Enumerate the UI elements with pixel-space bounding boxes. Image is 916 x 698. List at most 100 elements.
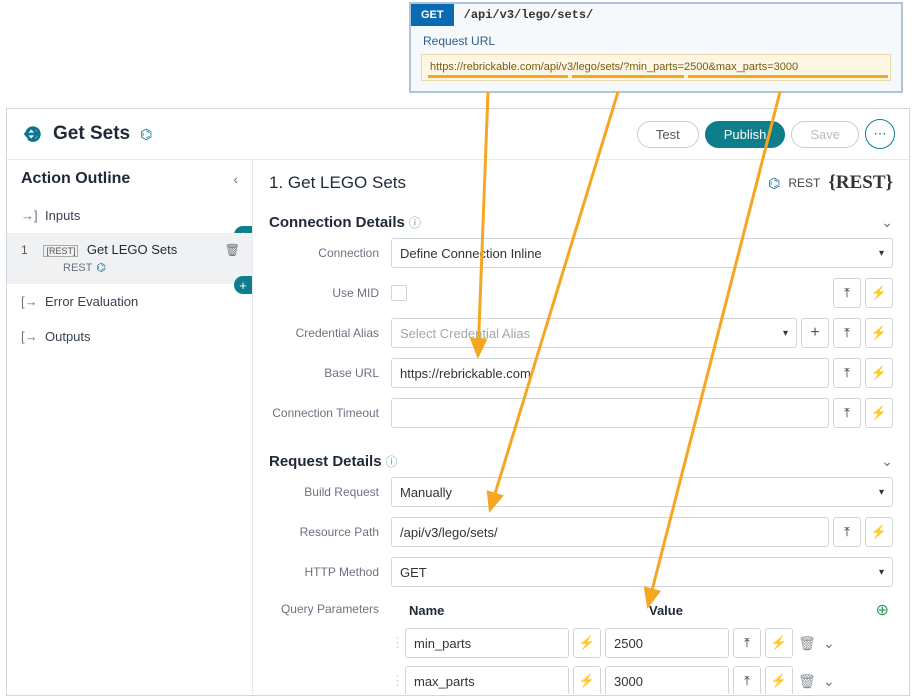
pill-picker-button[interactable]: ⤒	[733, 666, 761, 694]
query-param-row: ⋮⋮ ⚡ ⤒ ⚡ 🗑 ⌄	[391, 666, 893, 694]
script-button[interactable]: ⚡	[865, 358, 893, 388]
add-credential-button[interactable]: +	[801, 318, 829, 348]
url-segment-highlight-query	[688, 75, 888, 78]
main-panel: 1. Get LEGO Sets ⌬ REST {REST} Connectio…	[253, 160, 909, 694]
publish-button[interactable]: Publish	[705, 121, 786, 148]
rest-tag: [REST]	[43, 245, 78, 257]
http-method-value: GET	[400, 565, 427, 580]
url-segment-highlight-base	[428, 75, 568, 78]
http-method-label: HTTP Method	[269, 565, 391, 579]
http-method-badge: GET	[411, 4, 454, 26]
script-button[interactable]: ⚡	[865, 398, 893, 428]
help-icon[interactable]: ⓘ	[409, 214, 421, 231]
connection-label: Connection	[269, 246, 391, 260]
delete-step-icon[interactable]: 🗑	[225, 243, 240, 257]
use-mid-checkbox[interactable]	[391, 285, 407, 301]
rest-logo-icon: {REST}	[828, 172, 893, 194]
request-url-box: https://rebrickable.com/api/v3/lego/sets…	[421, 54, 891, 81]
build-request-label: Build Request	[269, 485, 391, 499]
step-name: Get LEGO Sets	[87, 242, 177, 257]
collapse-section-icon[interactable]: ⌄	[881, 214, 893, 231]
param-value-input[interactable]	[605, 628, 729, 658]
sidebar-item-outputs[interactable]: [→ Outputs	[7, 319, 252, 354]
qp-value-header: Value	[589, 603, 876, 618]
back-icon[interactable]	[21, 123, 43, 145]
credential-alias-select[interactable]: Select Credential Alias ▾	[391, 318, 797, 348]
section-title: Request Details	[269, 453, 382, 470]
resource-path-label: Resource Path	[269, 525, 391, 539]
data-pill-icon[interactable]: ⌬	[96, 262, 106, 274]
topbar: Get Sets ⌬ Test Publish Save ⋯	[7, 109, 909, 160]
drag-handle-icon[interactable]: ⋮⋮	[391, 635, 401, 651]
error-eval-icon: [→	[21, 294, 37, 309]
script-button[interactable]: ⚡	[765, 666, 793, 694]
help-icon[interactable]: ⓘ	[386, 453, 398, 470]
step-heading: 1. Get LEGO Sets	[269, 173, 406, 193]
build-request-select[interactable]: Manually ▾	[391, 477, 893, 507]
request-details-section: Request Details ⓘ ⌄ Build Request Manual…	[269, 447, 893, 694]
add-parameter-button[interactable]: ⊕	[876, 600, 889, 620]
credential-alias-placeholder: Select Credential Alias	[400, 326, 530, 341]
pill-picker-button[interactable]: ⤒	[833, 278, 861, 308]
pill-picker-button[interactable]: ⤒	[833, 398, 861, 428]
more-actions-button[interactable]: ⋯	[865, 119, 895, 149]
step-number: 1	[21, 243, 35, 257]
script-button[interactable]: ⚡	[865, 517, 893, 547]
request-url-text: https://rebrickable.com/api/v3/lego/sets…	[430, 61, 798, 73]
pill-picker-button[interactable]: ⤒	[833, 358, 861, 388]
param-name-input[interactable]	[405, 628, 569, 658]
flow-designer-window: Get Sets ⌬ Test Publish Save ⋯ Action Ou…	[6, 108, 910, 696]
sidebar-item-error-evaluation[interactable]: [→ Error Evaluation	[7, 284, 252, 319]
inputs-icon: →]	[21, 208, 37, 223]
connection-timeout-label: Connection Timeout	[269, 406, 391, 420]
sidebar-step-get-lego-sets[interactable]: 1 [REST] Get LEGO Sets REST⌬ 🗑	[7, 233, 252, 284]
sidebar-item-label: Inputs	[45, 208, 80, 223]
sidebar-item-label: Outputs	[45, 329, 91, 344]
param-name-input[interactable]	[405, 666, 569, 694]
caret-down-icon: ▾	[783, 328, 788, 339]
script-button[interactable]: ⚡	[865, 278, 893, 308]
add-step-below-button[interactable]: +	[234, 276, 252, 294]
build-request-value: Manually	[400, 485, 452, 500]
data-pill-icon[interactable]: ⌬	[768, 175, 780, 192]
sidebar-item-label: Error Evaluation	[45, 294, 138, 309]
caret-down-icon: ▾	[879, 487, 884, 498]
test-button[interactable]: Test	[637, 121, 699, 148]
pill-picker-button[interactable]: ⤒	[733, 628, 761, 658]
qp-name-header: Name	[391, 603, 589, 618]
pill-picker-button[interactable]: ⤒	[833, 318, 861, 348]
section-title: Connection Details	[269, 214, 405, 231]
connection-select-value: Define Connection Inline	[400, 246, 542, 261]
url-segment-highlight-path	[572, 75, 684, 78]
integration-type-label: REST	[788, 176, 820, 190]
drag-handle-icon[interactable]: ⋮⋮	[391, 673, 401, 689]
save-button[interactable]: Save	[791, 121, 859, 148]
resource-path-input[interactable]	[391, 517, 829, 547]
connection-timeout-input[interactable]	[391, 398, 829, 428]
script-button[interactable]: ⚡	[765, 628, 793, 658]
caret-down-icon: ▾	[879, 567, 884, 578]
api-reference-panel: GET /api/v3/lego/sets/ Request URL https…	[409, 2, 903, 93]
collapse-section-icon[interactable]: ⌄	[881, 453, 893, 470]
action-outline-sidebar: Action Outline ‹ →] Inputs + 1 [REST] Ge…	[7, 160, 253, 694]
base-url-label: Base URL	[269, 366, 391, 380]
http-method-select[interactable]: GET ▾	[391, 557, 893, 587]
param-value-input[interactable]	[605, 666, 729, 694]
pill-picker-button[interactable]: ⤒	[833, 517, 861, 547]
api-path: /api/v3/lego/sets/	[454, 4, 604, 26]
connection-select[interactable]: Define Connection Inline ▾	[391, 238, 893, 268]
collapse-sidebar-icon[interactable]: ‹	[233, 171, 238, 187]
sidebar-item-inputs[interactable]: →] Inputs	[7, 198, 252, 233]
outputs-icon: [→	[21, 329, 37, 344]
delete-param-icon[interactable]: 🗑	[797, 673, 817, 690]
base-url-input[interactable]	[391, 358, 829, 388]
expand-param-icon[interactable]: ⌄	[823, 673, 835, 690]
caret-down-icon: ▾	[879, 248, 884, 259]
delete-param-icon[interactable]: 🗑	[797, 635, 817, 652]
expand-param-icon[interactable]: ⌄	[823, 635, 835, 652]
script-button[interactable]: ⚡	[573, 666, 601, 694]
script-button[interactable]: ⚡	[865, 318, 893, 348]
data-pill-icon[interactable]: ⌬	[140, 126, 152, 143]
request-url-label: Request URL	[411, 26, 901, 54]
script-button[interactable]: ⚡	[573, 628, 601, 658]
